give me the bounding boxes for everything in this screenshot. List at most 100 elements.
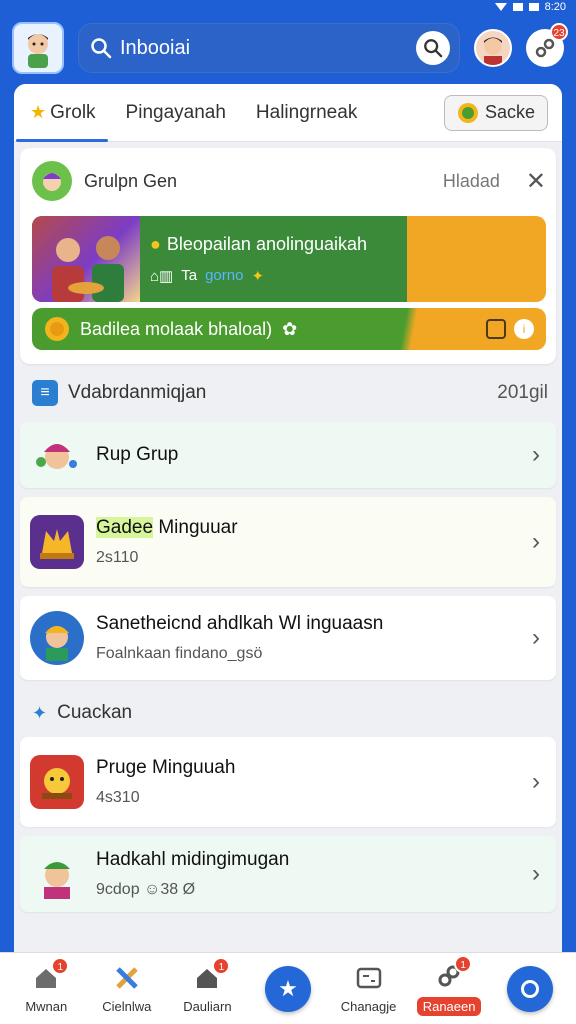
coin-icon — [45, 317, 69, 341]
close-icon[interactable]: ✕ — [526, 167, 546, 196]
banner-sub-text: Ta — [181, 267, 198, 284]
sparkle-icon: ✦ — [32, 702, 48, 723]
nav-center[interactable]: ★ — [248, 965, 328, 1012]
notification-badge: 23 — [550, 23, 568, 41]
nav-label: Chanagje — [340, 999, 397, 1014]
chat-icon — [354, 963, 384, 993]
nav-tools[interactable]: Cielnlwa — [87, 963, 167, 1014]
tab-label: Halingrneak — [255, 101, 358, 123]
circle-button[interactable] — [506, 965, 553, 1012]
group-card-header: Grulpn Gen Hladad ✕ — [32, 160, 546, 202]
section-count: 201gil — [497, 382, 548, 403]
nav-label: Cielnlwa — [102, 999, 152, 1014]
chevron-right-icon: › — [532, 528, 540, 555]
tab-bar: ★ Grolk Pingayanah Halingrneak Sacke — [14, 84, 562, 142]
tab-grolk[interactable]: ★ Grolk — [16, 84, 108, 142]
game-logo-icon — [30, 515, 84, 569]
game-avatar-icon — [30, 428, 84, 482]
banner-sub-prefix: ⌂▥ — [150, 267, 174, 285]
item-subtitle: 2s110 — [96, 549, 139, 566]
item-subtitle: 9cdop ☺38 Ø — [96, 881, 196, 898]
people-icon — [52, 236, 124, 302]
item-title: Rup Grup — [96, 444, 179, 465]
item-subtitle: 4s310 — [96, 789, 140, 806]
banner-sub-highlight: gorno — [205, 267, 244, 284]
sacke-button[interactable]: Sacke — [443, 94, 548, 131]
group-card: Grulpn Gen Hladad ✕ ● Bleopailan anoling… — [20, 148, 556, 364]
home-icon: 1 — [31, 957, 70, 993]
notifications-button[interactable]: 23 — [526, 23, 568, 67]
top-header: Inbooiai 23 — [12, 20, 568, 76]
user-face-icon — [484, 37, 502, 65]
banner-illustration — [32, 216, 140, 302]
boy-avatar-icon — [30, 611, 84, 665]
circle-icon — [520, 979, 539, 998]
cartoon-boy-icon — [28, 34, 48, 68]
chevron-right-icon: › — [532, 860, 540, 887]
chevron-right-icon: › — [532, 441, 540, 468]
nav-chanagje[interactable]: Chanagje — [329, 963, 409, 1014]
house-icon: 1 — [192, 957, 231, 993]
nav-label: Ranaeen — [416, 997, 482, 1016]
nav-circle[interactable] — [490, 965, 570, 1012]
section-title: Vdabrdanmiqjan — [68, 382, 207, 403]
nav-badge: 1 — [212, 957, 231, 975]
boy-avatar-icon — [30, 847, 84, 901]
group-status: Hladad — [442, 170, 500, 191]
sacke-label: Sacke — [484, 102, 535, 122]
medal-icon: ● — [150, 233, 161, 254]
search-input[interactable]: Inbooiai — [120, 37, 408, 60]
tab-label: Grolk — [50, 101, 96, 123]
promo-banner[interactable]: ● Bleopailan anolinguaikah ⌂▥ Ta gorno ✦ — [32, 216, 546, 302]
sparkle-icon: ✦ — [251, 267, 265, 285]
list-item[interactable]: Hadkahl midingimugan 9cdop ☺38 Ø › — [20, 836, 556, 912]
section-header: ≡ Vdabrdanmiqjan 201gil — [14, 364, 562, 422]
nav-badge: 1 — [51, 957, 70, 975]
square-icon[interactable] — [486, 319, 506, 339]
food-icon: ✿ — [282, 318, 298, 339]
tab-label: Pingayanah — [125, 101, 226, 123]
search-icon — [424, 39, 443, 58]
game-mascot-icon — [30, 755, 84, 809]
nav-dauliarn[interactable]: 1 Dauliarn — [167, 957, 247, 1014]
main-sheet: ★ Grolk Pingayanah Halingrneak Sacke Gru… — [14, 84, 562, 952]
item-title: Pruge Minguuah — [96, 757, 236, 778]
section-title: Cuackan — [57, 702, 133, 723]
nav-home[interactable]: 1 Mwnan — [6, 957, 86, 1014]
smiley-icon — [457, 102, 478, 123]
star-icon: ★ — [278, 975, 298, 1001]
star-icon: ★ — [30, 102, 47, 122]
tab-halingrneak[interactable]: Halingrneak — [256, 84, 357, 142]
nav-badge: 1 — [454, 955, 473, 973]
star-button[interactable]: ★ — [264, 965, 311, 1012]
promo-strip[interactable]: Badilea molaak bhaloal) ✿ i — [32, 308, 546, 350]
signal-icon — [512, 3, 523, 11]
list-item[interactable]: Rup Grup › — [20, 422, 556, 488]
status-bar: 8:20 — [494, 0, 566, 14]
list-item[interactable]: Gadee Minguuar 2s110 › — [20, 497, 556, 587]
info-icon[interactable]: i — [514, 319, 534, 339]
group-title: Grulpn Gen — [84, 170, 178, 191]
group-avatar[interactable] — [32, 161, 72, 201]
list-item[interactable]: Pruge Minguuah 4s310 › — [20, 737, 556, 827]
chevron-right-icon: › — [532, 624, 540, 651]
cartoon-face-icon — [43, 173, 61, 191]
search-icon — [91, 38, 112, 59]
item-title: Hadkahl midingimugan — [96, 849, 290, 870]
nav-label: Mwnan — [25, 999, 68, 1014]
user-avatar[interactable] — [474, 29, 512, 67]
tab-pingayanah[interactable]: Pingayanah — [126, 84, 226, 142]
list-item[interactable]: Sanetheicnd ahdlkah Wl inguaasn Foalnkaa… — [20, 596, 556, 680]
nav-label: Dauliarn — [183, 999, 232, 1014]
item-title: Gadee Minguuar — [96, 517, 238, 538]
wifi-icon — [494, 3, 507, 11]
search-bar[interactable]: Inbooiai — [78, 23, 460, 73]
nav-ranaeen[interactable]: 1 Ranaeen — [409, 955, 489, 1016]
item-subtitle: Foalnkaan findano_gsö — [96, 645, 263, 662]
link-icon: 1 — [434, 955, 473, 991]
section-header: ✦ Cuackan — [14, 689, 562, 737]
bottom-nav: 1 Mwnan Cielnlwa 1 Dauliarn ★ Chanagje 1… — [0, 952, 576, 1024]
profile-avatar[interactable] — [12, 22, 64, 74]
promo-strip-text: Badilea molaak bhaloal) — [80, 318, 273, 339]
search-button[interactable] — [416, 31, 450, 65]
